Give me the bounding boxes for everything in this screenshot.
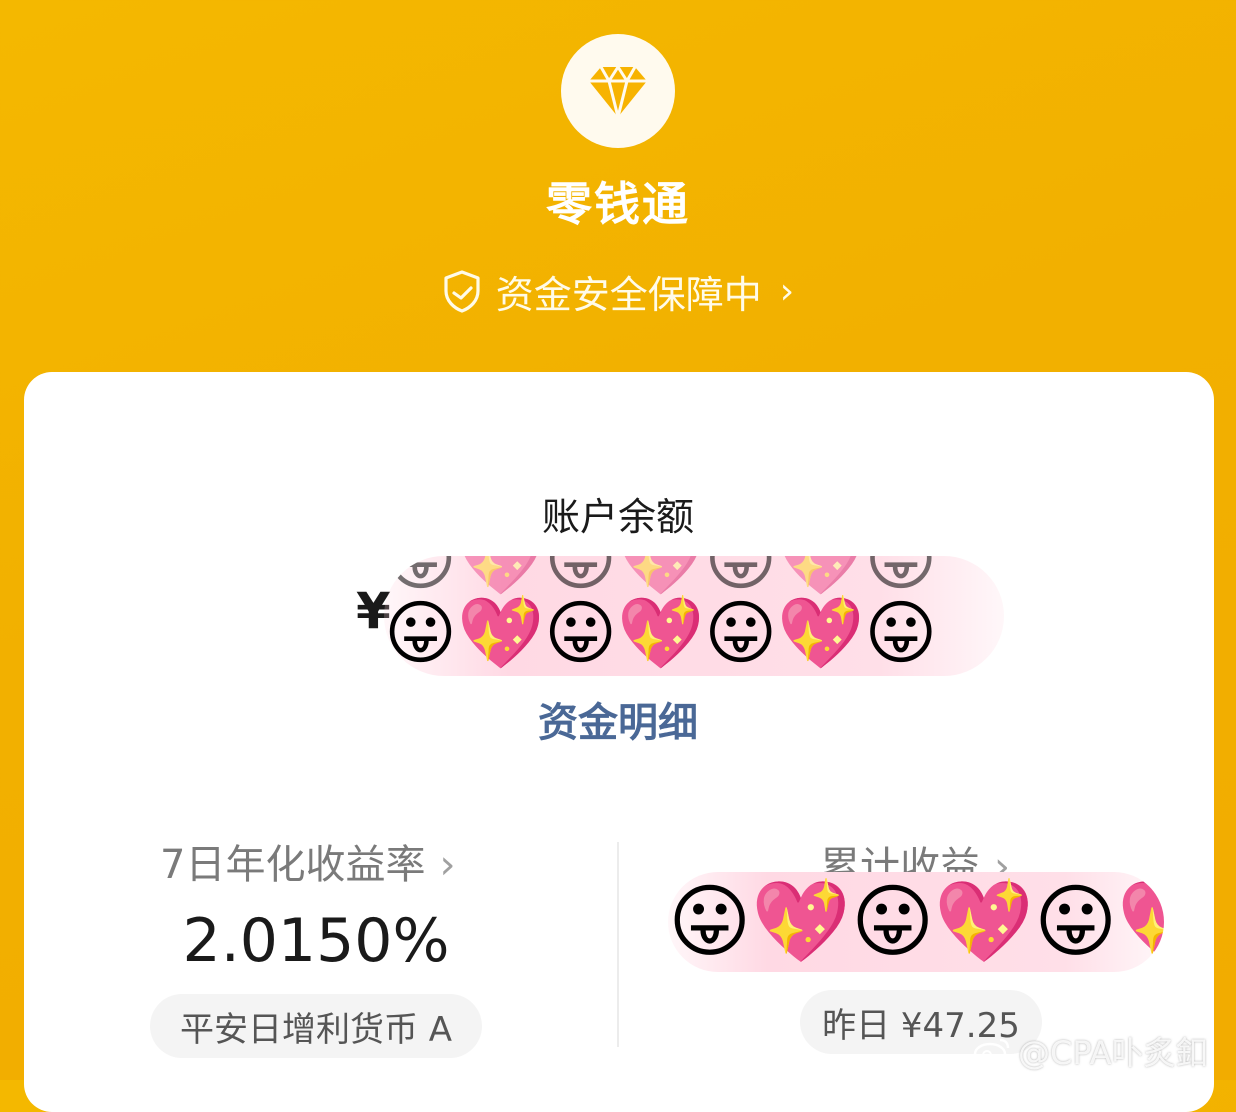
balance-amount-obscured: 😛💖😛💖😛💖😛 😛💖😛💖😛💖😛 bbox=[384, 556, 1004, 676]
balance-label: 账户余额 bbox=[541, 495, 694, 539]
header: 零钱通 资金安全保障中 › bbox=[0, 0, 1236, 380]
annual-yield-label: 7日年化收益率 bbox=[160, 842, 426, 888]
emoji-mask-row: 😛💖😛💖😛💖 bbox=[668, 875, 1164, 968]
cumulative-earnings-obscured: 😛💖😛💖😛💖 bbox=[668, 872, 1164, 972]
page-title: 零钱通 bbox=[546, 177, 690, 231]
app-logo bbox=[561, 34, 675, 148]
watermark: @CPA卟炙釦 bbox=[972, 1028, 1208, 1074]
security-guarantee-text: 资金安全保障中 bbox=[495, 272, 762, 317]
annual-yield-value: 2.0150% bbox=[182, 906, 450, 976]
emoji-mask-row: 😛💖😛💖😛💖😛 bbox=[384, 592, 938, 674]
shield-check-icon bbox=[444, 270, 480, 313]
fund-name-badge[interactable]: 平安日增利货币 A bbox=[150, 994, 482, 1058]
chevron-right-icon: › bbox=[439, 842, 456, 888]
annual-yield-link[interactable]: 7日年化收益率 › bbox=[160, 832, 455, 890]
watermark-text: @CPA卟炙釦 bbox=[1018, 1034, 1208, 1072]
diamond-icon bbox=[589, 64, 647, 118]
security-guarantee-link[interactable]: 资金安全保障中 › bbox=[0, 264, 1236, 318]
chevron-right-icon: › bbox=[779, 270, 795, 312]
weibo-icon bbox=[973, 1038, 1010, 1066]
fund-details-link[interactable]: 资金明细 bbox=[0, 690, 1236, 748]
